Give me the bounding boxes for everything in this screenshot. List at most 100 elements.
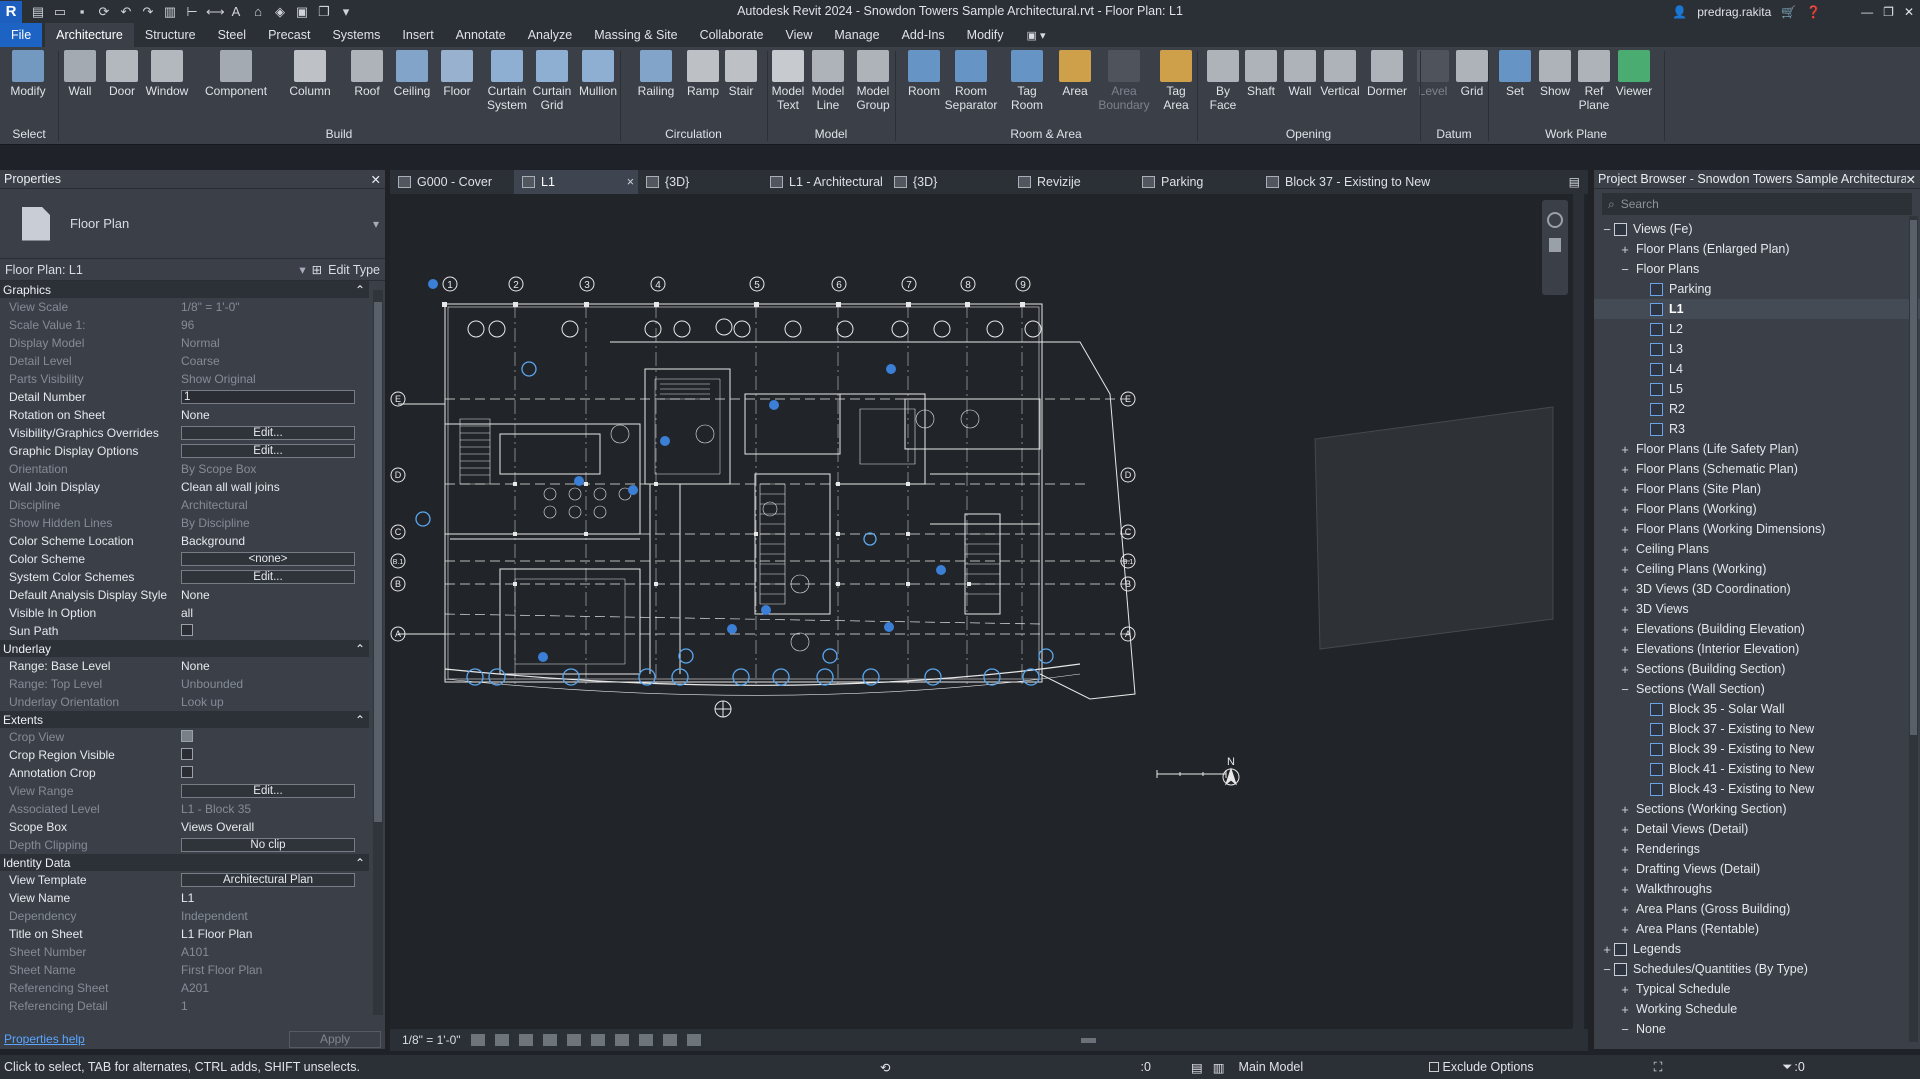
property-value[interactable]: <none> <box>180 552 369 566</box>
worksharing-icon[interactable] <box>662 1034 677 1046</box>
property-value[interactable]: 1 <box>180 390 369 404</box>
browser-item[interactable]: L5 <box>1594 379 1920 399</box>
browser-item[interactable]: Block 37 - Existing to New <box>1594 719 1920 739</box>
property-value[interactable]: Edit... <box>180 444 369 458</box>
browser-item[interactable]: − Floor Plans <box>1594 259 1920 279</box>
revit-app-menu-icon[interactable]: R <box>0 0 22 23</box>
exclude-options-checkbox[interactable] <box>1428 1062 1439 1072</box>
property-value[interactable] <box>180 765 369 781</box>
browser-item[interactable]: + Elevations (Building Elevation) <box>1594 619 1920 639</box>
ribbon-button-window[interactable]: Window <box>145 50 189 98</box>
browser-item[interactable]: + Elevations (Interior Elevation) <box>1594 639 1920 659</box>
ribbon-options-icon[interactable]: ▣ ▾ <box>1027 29 1046 42</box>
view-tab[interactable]: Parking <box>1134 170 1258 194</box>
browser-item[interactable]: Parking <box>1594 279 1920 299</box>
apply-button[interactable]: Apply <box>289 1030 381 1048</box>
temporary-hide-icon[interactable] <box>614 1034 629 1046</box>
browser-item[interactable]: Block 43 - Existing to New <box>1594 779 1920 799</box>
property-checkbox[interactable] <box>181 747 193 760</box>
collapse-icon[interactable]: ⌃ <box>355 713 365 727</box>
property-value[interactable]: L1 Floor Plan <box>180 927 369 941</box>
property-value[interactable] <box>180 623 369 639</box>
visual-style-icon[interactable] <box>494 1034 509 1046</box>
ribbon-tab-architecture[interactable]: Architecture <box>45 23 134 47</box>
zoom-region-icon[interactable] <box>1549 238 1561 252</box>
ribbon-tab-analyze[interactable]: Analyze <box>517 23 583 47</box>
redo-icon[interactable]: ↷ <box>140 4 156 20</box>
properties-scrollbar[interactable] <box>373 290 383 1015</box>
view-tab[interactable]: Revizije <box>1010 170 1134 194</box>
design-options-icon[interactable]: ▥ <box>1213 1060 1225 1075</box>
grid-bubble-8[interactable]: 8 <box>960 276 976 292</box>
ribbon-tab-structure[interactable]: Structure <box>134 23 207 47</box>
expand-icon[interactable]: + <box>1618 642 1632 657</box>
shadows-icon[interactable] <box>542 1034 557 1046</box>
sun-path-icon[interactable] <box>518 1034 533 1046</box>
print-icon[interactable]: ▥ <box>162 4 178 20</box>
view-scale[interactable]: 1/8" = 1'-0" <box>402 1033 461 1047</box>
grid-bubble-E[interactable]: E <box>390 391 406 407</box>
browser-item[interactable]: + Floor Plans (Working Dimensions) <box>1594 519 1920 539</box>
expand-icon[interactable]: + <box>1618 562 1632 577</box>
browser-item[interactable]: R2 <box>1594 399 1920 419</box>
view-tab[interactable]: Block 37 - Existing to New <box>1258 170 1508 194</box>
ribbon-tab-precast[interactable]: Precast <box>257 23 321 47</box>
expand-icon[interactable]: + <box>1618 862 1632 877</box>
select-links-icon[interactable]: ⛶ <box>1654 1060 1663 1075</box>
edit-type-button[interactable]: Edit Type <box>328 263 380 277</box>
expand-icon[interactable]: + <box>1618 922 1632 937</box>
grid-bubble-B.1[interactable]: B.1 <box>390 553 406 569</box>
expand-icon[interactable]: + <box>1618 662 1632 677</box>
worksets-icon[interactable]: ⟲ <box>880 1060 890 1075</box>
browser-item[interactable]: + Sections (Working Section) <box>1594 799 1920 819</box>
ribbon-button-show[interactable]: Show <box>1533 50 1577 98</box>
view-tab[interactable]: G000 - Cover <box>390 170 514 194</box>
browser-item[interactable]: R3 <box>1594 419 1920 439</box>
browser-item[interactable]: − Views (Fe) <box>1594 219 1920 239</box>
expand-icon[interactable]: + <box>1618 502 1632 517</box>
collapse-icon[interactable]: − <box>1600 962 1614 977</box>
ribbon-button-curtain-grid[interactable]: Curtain Grid <box>530 50 574 112</box>
browser-item[interactable]: + Floor Plans (Life Safety Plan) <box>1594 439 1920 459</box>
grid-bubble-5[interactable]: 5 <box>749 276 765 292</box>
property-value[interactable]: Edit... <box>180 426 369 440</box>
browser-item[interactable]: + Floor Plans (Enlarged Plan) <box>1594 239 1920 259</box>
browser-item[interactable]: + Detail Views (Detail) <box>1594 819 1920 839</box>
model-selector[interactable]: Main Model <box>1239 1060 1429 1074</box>
expand-icon[interactable]: + <box>1618 842 1632 857</box>
property-value[interactable]: Views Overall <box>180 820 369 834</box>
browser-item[interactable]: + Area Plans (Gross Building) <box>1594 899 1920 919</box>
ribbon-button-floor[interactable]: Floor <box>435 50 479 98</box>
grid-bubble-2[interactable]: 2 <box>508 276 524 292</box>
expand-icon[interactable]: + <box>1618 982 1632 997</box>
ribbon-button-vertical[interactable]: Vertical <box>1318 50 1362 98</box>
property-value[interactable]: Architectural Plan <box>180 873 369 887</box>
ribbon-panel-select[interactable]: Select <box>0 127 58 141</box>
close-browser-icon[interactable]: ✕ <box>1906 172 1916 187</box>
ribbon-button-shaft[interactable]: Shaft <box>1239 50 1283 98</box>
property-checkbox[interactable] <box>181 623 193 636</box>
expand-icon[interactable]: + <box>1618 542 1632 557</box>
measure-icon[interactable]: ⊢ <box>184 4 200 20</box>
ribbon-button-modify[interactable]: Modify <box>6 50 50 98</box>
expand-icon[interactable]: + <box>1618 602 1632 617</box>
ribbon-button-wall[interactable]: Wall <box>58 50 102 98</box>
ribbon-button-model-line[interactable]: Model Line <box>806 50 850 112</box>
browser-item[interactable]: L1 <box>1594 299 1920 319</box>
view-tab[interactable]: L1 × <box>514 170 638 194</box>
ribbon-tab-view[interactable]: View <box>775 23 824 47</box>
ribbon-button-component[interactable]: Component <box>205 50 267 98</box>
browser-item[interactable]: L3 <box>1594 339 1920 359</box>
ribbon-tab-massing-site[interactable]: Massing & Site <box>583 23 688 47</box>
expand-icon[interactable]: + <box>1618 622 1632 637</box>
browser-item[interactable]: − None <box>1594 1019 1920 1039</box>
editable-only-icon[interactable]: ▤ <box>1191 1060 1203 1075</box>
ribbon-tab-add-ins[interactable]: Add-Ins <box>891 23 956 47</box>
property-value[interactable]: Background <box>180 534 369 548</box>
property-value[interactable]: Edit... <box>180 570 369 584</box>
grid-bubble-1[interactable]: 1 <box>442 276 458 292</box>
property-edit-button[interactable]: Edit... <box>181 426 355 440</box>
text-icon[interactable]: A <box>228 4 244 20</box>
collapse-icon[interactable]: − <box>1600 222 1614 237</box>
browser-item[interactable]: Block 35 - Solar Wall <box>1594 699 1920 719</box>
